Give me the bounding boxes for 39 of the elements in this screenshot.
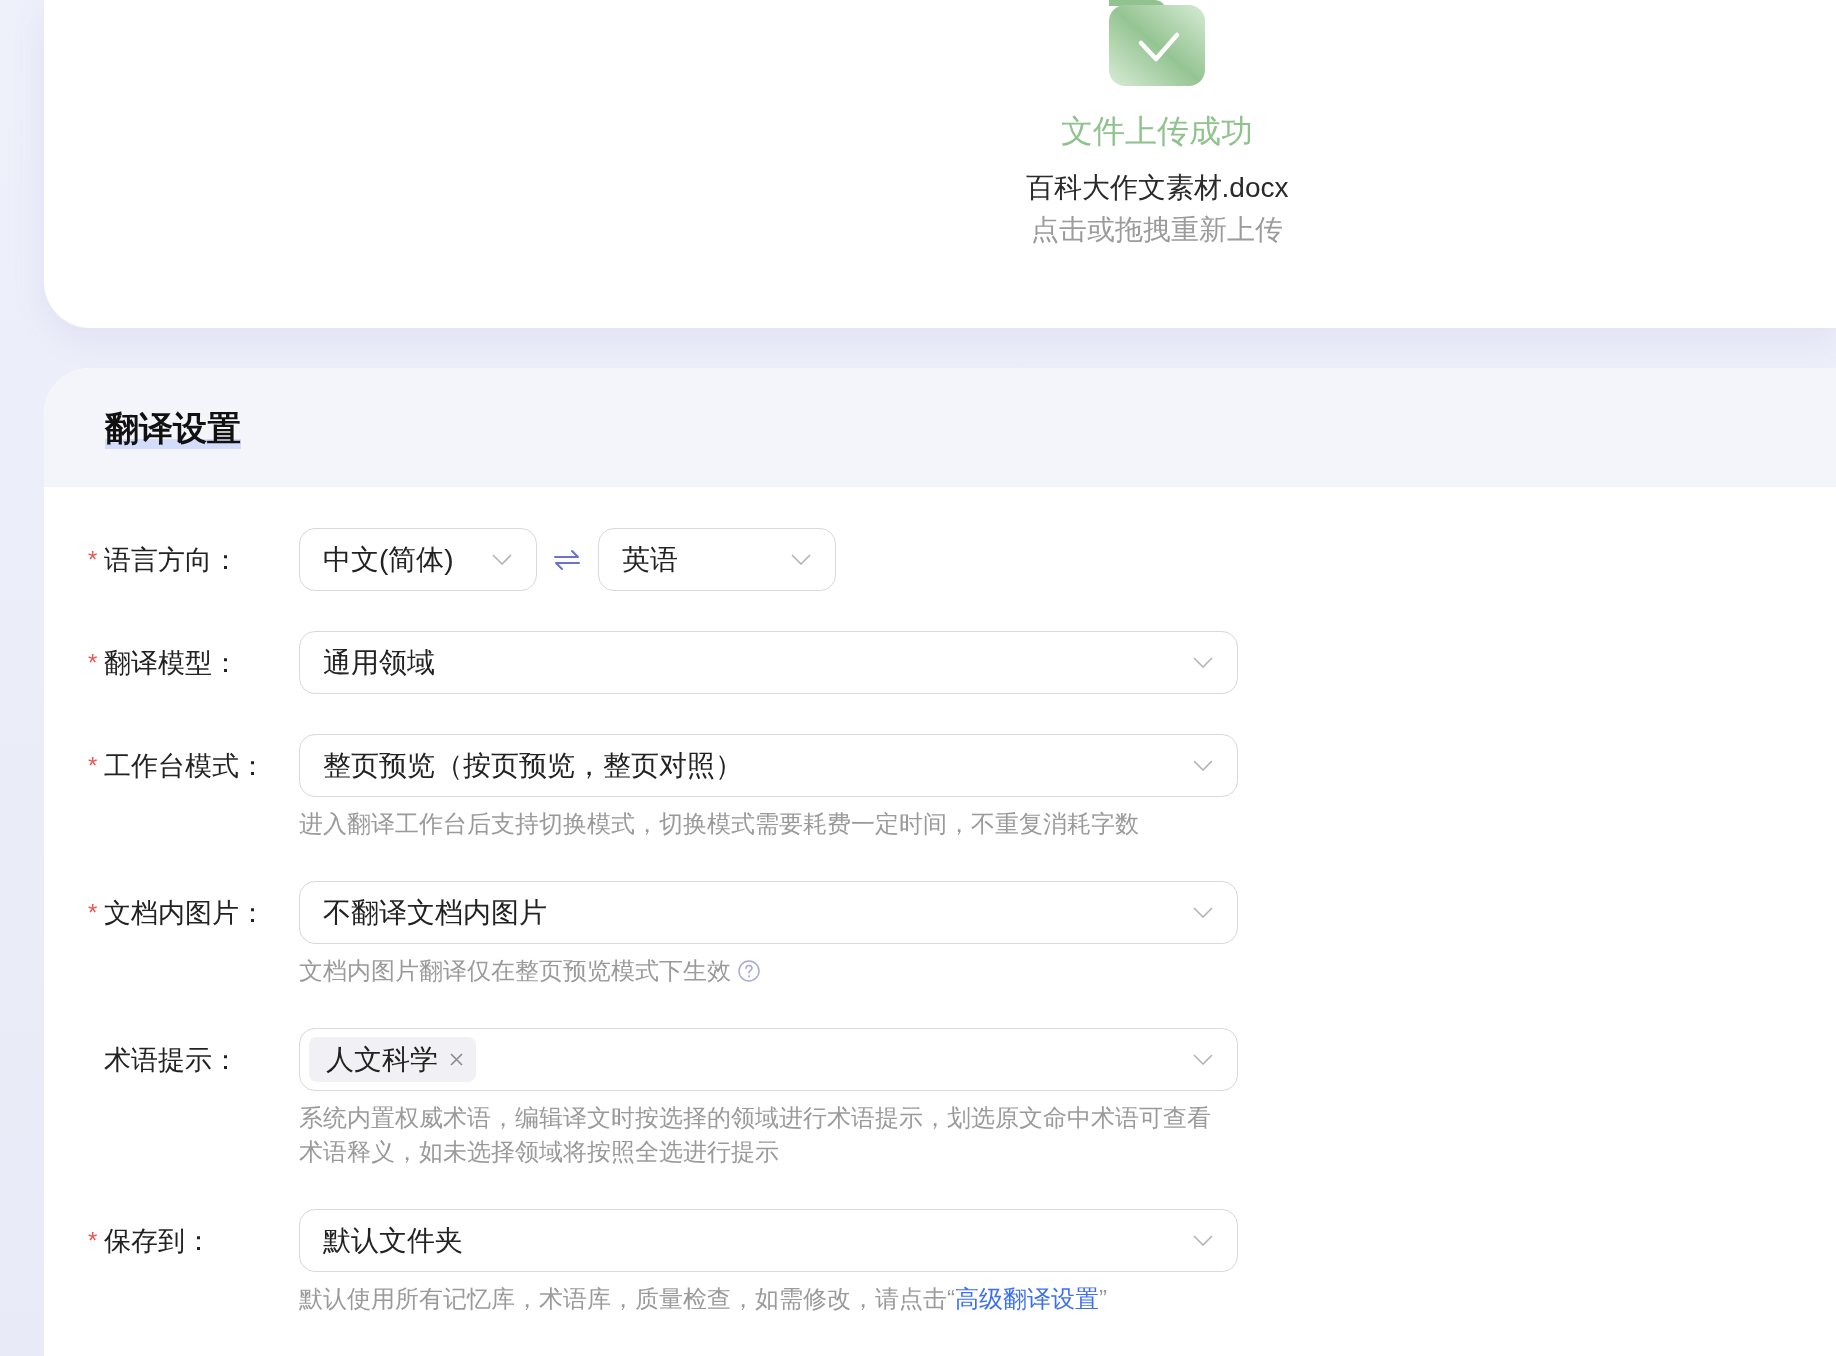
- hint-text: 系统内置权威术语，编辑译文时按选择的领域进行术语提示，划选原文命中术语可查看术语释义，如未选择领域将按照全选进行提示: [299, 1103, 1212, 1167]
- chevron-down-icon: [1193, 760, 1213, 771]
- select-field[interactable]: 通用领域: [299, 631, 1238, 694]
- required-mark: *: [88, 753, 99, 778]
- folder-check-icon: [1109, 0, 1205, 86]
- upload-status-text: 文件上传成功: [1061, 112, 1253, 151]
- select-field[interactable]: 中文(简体): [299, 528, 537, 591]
- field-label: 工作台模式：: [104, 749, 266, 783]
- field-label: 保存到：: [104, 1224, 212, 1258]
- close-icon[interactable]: [450, 1053, 463, 1066]
- select-field[interactable]: 整页预览（按页预览，整页对照）: [299, 734, 1238, 797]
- field-label: 文档内图片：: [104, 896, 266, 930]
- chevron-down-icon: [791, 554, 811, 565]
- hint-text: 文档内图片翻译仅在整页预览模式下生效: [299, 956, 731, 986]
- advanced-settings-link[interactable]: 高级翻译设置: [955, 1285, 1099, 1312]
- chevron-down-icon: [1193, 657, 1213, 668]
- field-label: 翻译模型：: [104, 646, 239, 680]
- help-icon[interactable]: [738, 960, 760, 982]
- select-field[interactable]: 英语: [598, 528, 836, 591]
- required-mark: *: [88, 900, 99, 925]
- field-label: 语言方向：: [104, 543, 239, 577]
- required-mark: *: [88, 1228, 99, 1253]
- swap-icon[interactable]: [554, 548, 580, 571]
- file-name: 百科大作文素材.docx: [1025, 171, 1289, 205]
- chevron-down-icon: [1193, 1054, 1213, 1065]
- chevron-down-icon: [1193, 1235, 1213, 1246]
- hint-text: 进入翻译工作台后支持切换模式，切换模式需要耗费一定时间，不重复消耗字数: [299, 809, 1139, 839]
- hint-text: 默认使用所有记忆库，术语库，质量检查，如需修改，请点击“高级翻译设置”: [299, 1284, 1107, 1314]
- chevron-down-icon: [1193, 907, 1213, 918]
- select-field[interactable]: 人文科学: [299, 1028, 1238, 1091]
- select-field[interactable]: 不翻译文档内图片: [299, 881, 1238, 944]
- required-mark: *: [88, 547, 99, 572]
- reupload-hint: 点击或拖拽重新上传: [1031, 213, 1283, 247]
- select-field[interactable]: 默认文件夹: [299, 1209, 1238, 1272]
- required-mark: *: [88, 650, 99, 675]
- upload-card[interactable]: 文件上传成功 百科大作文素材.docx 点击或拖拽重新上传: [44, 0, 1836, 328]
- tag-label: 人文科学: [326, 1042, 438, 1077]
- chevron-down-icon: [492, 554, 512, 565]
- field-label: 术语提示：: [104, 1043, 239, 1077]
